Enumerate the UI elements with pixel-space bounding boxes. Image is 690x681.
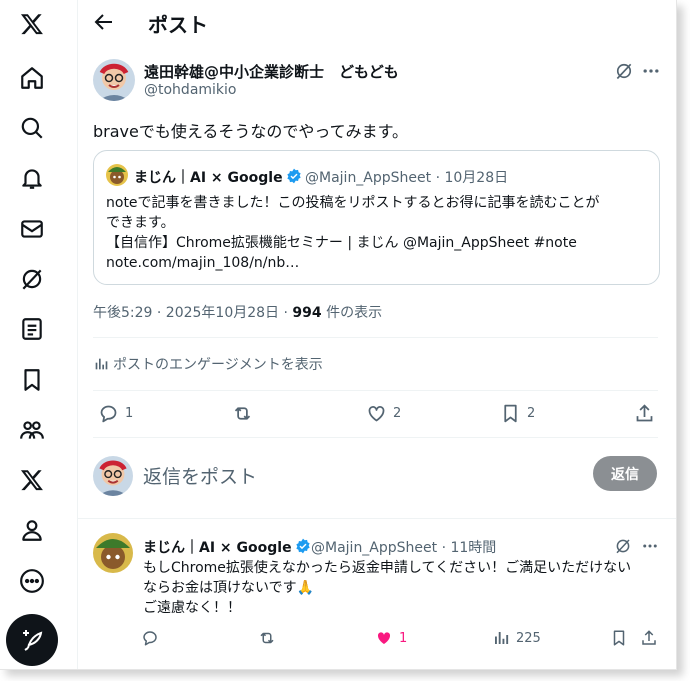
view-count: 994 bbox=[292, 305, 322, 321]
reply-line-3: ご遠慮なく！！ bbox=[143, 600, 241, 616]
divider bbox=[93, 390, 658, 391]
verified-badge-icon bbox=[286, 168, 301, 184]
mail-icon[interactable] bbox=[18, 215, 46, 243]
engagement-link[interactable]: ポストのエンゲージメントを表示 bbox=[93, 354, 323, 374]
more-icon[interactable] bbox=[18, 567, 46, 595]
engagement-link-text: ポストのエンゲージメントを表示 bbox=[113, 357, 323, 373]
like-action[interactable]: 2 bbox=[366, 403, 401, 424]
reply-action[interactable]: 1 bbox=[98, 403, 133, 424]
reply-handle-time[interactable]: @Majin_AppSheet · 11時間 bbox=[311, 537, 496, 557]
author-name[interactable]: 遠田幹雄@中小企業診断士 どもども bbox=[144, 61, 399, 82]
bookmark-icon bbox=[504, 404, 517, 423]
communities-icon[interactable] bbox=[18, 416, 46, 444]
like-count: 2 bbox=[393, 406, 402, 421]
reply-line-1: もしChrome拡張使えなかったら返金申請してください！ご満足いただけない bbox=[143, 560, 632, 576]
reply-like-action[interactable]: 1 bbox=[375, 629, 407, 647]
reply-icon bbox=[143, 631, 157, 646]
my-avatar[interactable] bbox=[93, 456, 133, 496]
repost-icon bbox=[234, 407, 251, 420]
quote-author-name-text: まじん｜AI × Google bbox=[134, 170, 283, 186]
share-action[interactable] bbox=[634, 403, 655, 424]
heart-filled-icon bbox=[377, 632, 391, 644]
view-count-label: 件の表示 bbox=[321, 305, 383, 321]
section-divider bbox=[78, 518, 676, 519]
back-arrow-icon[interactable] bbox=[92, 10, 116, 34]
bell-icon[interactable] bbox=[18, 164, 46, 192]
lists-icon[interactable] bbox=[18, 315, 46, 343]
reply-author-name-text: まじん｜AI × Google bbox=[143, 540, 292, 556]
header: ポスト bbox=[78, 0, 676, 46]
reply-reply-action[interactable] bbox=[141, 629, 159, 647]
compose-post-button[interactable] bbox=[6, 614, 58, 666]
quote-author-name: まじん｜AI × Google bbox=[134, 167, 302, 187]
divider bbox=[93, 437, 658, 438]
feather-plus-icon bbox=[23, 630, 43, 651]
profile-icon[interactable] bbox=[18, 516, 46, 544]
more-options-icon[interactable] bbox=[641, 61, 661, 81]
post-timestamp[interactable]: 午後5:29 · 2025年10月28日 · bbox=[93, 305, 292, 321]
quote-line-1: noteで記事を書きました！この投稿をリポストするとお得に記事を読むことが bbox=[106, 195, 600, 211]
bookmark-action[interactable]: 2 bbox=[500, 403, 535, 424]
reply-icon bbox=[100, 405, 117, 423]
share-icon bbox=[642, 630, 656, 645]
reply-count: 1 bbox=[125, 406, 134, 421]
reply-like-count: 1 bbox=[399, 630, 408, 646]
avatar[interactable] bbox=[93, 59, 135, 101]
analytics-icon bbox=[95, 358, 108, 370]
sidebar-nav bbox=[0, 0, 78, 669]
post-meta: 午後5:29 · 2025年10月28日 · 994 件の表示 bbox=[93, 302, 382, 322]
quote-line-2: できます。 bbox=[106, 215, 175, 231]
post-text: braveでも使えるそうなのでやってみます。 bbox=[93, 122, 408, 141]
grok-icon[interactable] bbox=[18, 265, 46, 293]
grok-explain-icon[interactable] bbox=[614, 61, 634, 81]
search-icon[interactable] bbox=[18, 114, 46, 142]
reply-author-name[interactable]: まじん｜AI × Google bbox=[143, 537, 311, 557]
reply-share-action[interactable] bbox=[640, 629, 658, 647]
quote-line-4: note.com/majin_108/n/nb… bbox=[106, 255, 300, 271]
home-icon[interactable] bbox=[18, 64, 46, 92]
reply-view-count: 225 bbox=[516, 630, 541, 646]
reply-submit-button[interactable]: 返信 bbox=[593, 456, 657, 491]
author-handle[interactable]: @tohdamikio bbox=[144, 82, 236, 98]
divider bbox=[93, 337, 658, 338]
verified-badge-icon bbox=[295, 538, 310, 554]
x-logo-icon[interactable] bbox=[18, 10, 46, 38]
main-column: ポスト 遠田幹雄@中小企業診断士 どもども @tohdamikio braveで… bbox=[78, 0, 676, 669]
repost-icon bbox=[260, 632, 274, 644]
share-icon bbox=[636, 404, 653, 422]
premium-x-icon[interactable] bbox=[18, 466, 46, 494]
reply-views-action[interactable]: 225 bbox=[492, 629, 541, 647]
app-window: ポスト 遠田幹雄@中小企業診断士 どもども @tohdamikio braveで… bbox=[0, 0, 677, 670]
reply-avatar[interactable] bbox=[93, 533, 133, 573]
reply-repost-action[interactable] bbox=[258, 629, 276, 647]
reply-input[interactable]: 返信をポスト bbox=[143, 462, 257, 489]
reply-line-2: ならお金は頂けないです🙏 bbox=[143, 580, 315, 596]
quote-handle-time: @Majin_AppSheet · 10月28日 bbox=[305, 170, 509, 186]
quote-avatar bbox=[106, 164, 128, 186]
quoted-post-card[interactable]: まじん｜AI × Google @Majin_AppSheet · 10月28日… bbox=[93, 150, 660, 285]
repost-action[interactable] bbox=[232, 403, 253, 424]
heart-icon bbox=[368, 406, 385, 422]
bookmark-icon[interactable] bbox=[18, 366, 46, 394]
quote-line-3: 【自信作】Chrome拡張機能セミナー | まじん @Majin_AppShee… bbox=[106, 235, 577, 251]
more-options-icon[interactable] bbox=[641, 537, 659, 555]
grok-explain-icon[interactable] bbox=[614, 537, 632, 555]
page-title: ポスト bbox=[148, 13, 208, 37]
bookmark-count: 2 bbox=[527, 406, 536, 421]
bookmark-icon bbox=[613, 630, 625, 646]
reply-bookmark-action[interactable] bbox=[610, 629, 628, 647]
analytics-icon bbox=[495, 632, 509, 644]
